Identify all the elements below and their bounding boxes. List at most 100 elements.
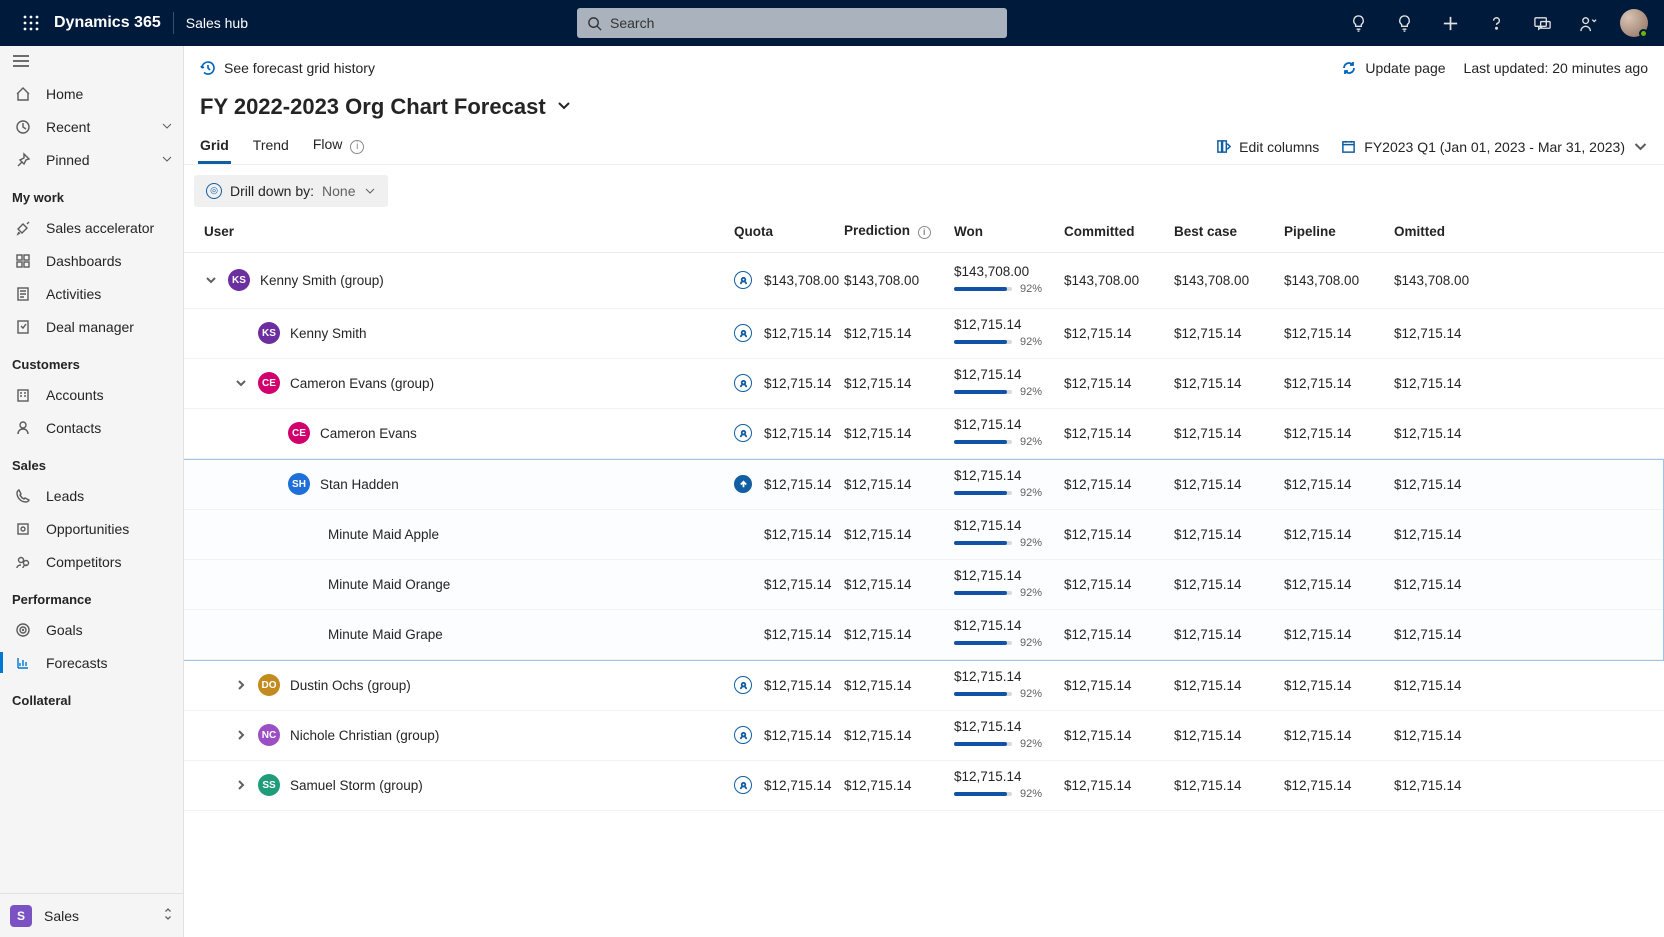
drill-down-selector[interactable]: ◎ Drill down by: None [194,175,388,207]
chat-icon[interactable] [1520,0,1564,46]
table-row[interactable]: CECameron Evans (group)$12,715.14$12,715… [184,359,1664,409]
col-bestcase[interactable]: Best case [1174,224,1284,239]
nav-pinned[interactable]: Pinned [0,143,183,176]
user-cell: Minute Maid Orange [204,577,734,592]
lightbulb-icon[interactable] [1336,0,1380,46]
adjust-icon[interactable] [734,726,752,744]
committed-value: $12,715.14 [1064,326,1174,341]
tab-flow[interactable]: Flow i [313,130,364,164]
nav-toggle[interactable] [0,46,183,75]
nav-home[interactable]: Home [0,77,183,110]
tab-grid[interactable]: Grid [200,131,229,163]
collapse-icon[interactable] [204,274,218,286]
won-cell: $12,715.1492% [954,512,1064,555]
refresh-icon [1341,60,1357,76]
col-pipeline[interactable]: Pipeline [1284,224,1394,239]
nav-forecasts[interactable]: Forecasts [0,646,183,679]
adjust-icon[interactable] [734,776,752,794]
collapse-icon[interactable] [234,377,248,389]
nav-header-mywork: My work [0,176,183,211]
nav-recent[interactable]: Recent [0,110,183,143]
row-name: Stan Hadden [320,477,399,492]
committed-value: $12,715.14 [1064,627,1174,642]
nav-leads[interactable]: Leads [0,479,183,512]
lightbulb2-icon[interactable] [1382,0,1426,46]
area-switcher[interactable]: S Sales [0,893,183,937]
shell: Home Recent Pinned My work Sales acceler… [0,46,1664,937]
nav-contacts[interactable]: Contacts [0,411,183,444]
col-quota[interactable]: Quota [734,224,844,239]
nav-recent-label: Recent [46,119,90,135]
building-icon [14,387,32,403]
nav-sales-accelerator[interactable]: Sales accelerator [0,211,183,244]
won-percent: 92% [1020,688,1042,701]
nav-opportunities[interactable]: Opportunities [0,512,183,545]
table-row[interactable]: Minute Maid Apple$12,715.14$12,715.14$12… [184,510,1663,560]
col-omitted[interactable]: Omitted [1394,224,1504,239]
quota-cell: $143,708.00 [734,271,844,289]
tab-trend[interactable]: Trend [253,131,289,163]
chevron-down-icon [161,119,173,135]
update-page[interactable]: Update page [1341,60,1445,76]
app-launcher[interactable] [8,0,54,46]
won-cell: $12,715.1492% [954,311,1064,354]
col-prediction[interactable]: Prediction i [844,223,954,239]
help-icon[interactable] [1474,0,1518,46]
period-selector[interactable]: FY2023 Q1 (Jan 01, 2023 - Mar 31, 2023) [1341,139,1648,155]
user-cell: SSSamuel Storm (group) [204,774,734,796]
title-dropdown[interactable] [556,98,572,117]
nav-accounts[interactable]: Accounts [0,378,183,411]
persona-avatar: KS [228,269,250,291]
adjust-icon[interactable] [734,374,752,392]
col-user[interactable]: User [204,224,734,239]
bestcase-value: $12,715.14 [1174,527,1284,542]
pipeline-value: $12,715.14 [1284,376,1394,391]
table-row[interactable]: Minute Maid Grape$12,715.14$12,715.14$12… [184,610,1663,660]
adjustment-indicator-icon[interactable] [734,475,752,493]
assistant-icon[interactable] [1566,0,1610,46]
app-name[interactable]: Dynamics 365 [54,14,165,32]
table-row[interactable]: KSKenny Smith$12,715.14$12,715.14$12,715… [184,309,1664,359]
expand-icon[interactable] [234,779,248,791]
adjust-icon[interactable] [734,676,752,694]
table-row[interactable]: SHStan Hadden$12,715.14$12,715.14$12,715… [184,460,1663,510]
adjust-icon[interactable] [734,271,752,289]
nav-activities[interactable]: Activities [0,277,183,310]
user-avatar[interactable] [1612,0,1656,46]
adjust-icon[interactable] [734,324,752,342]
quota-value: $12,715.14 [764,376,832,391]
activities-icon [14,286,32,302]
nav-accounts-label: Accounts [46,387,104,403]
app-area[interactable]: Sales hub [186,15,248,31]
col-committed[interactable]: Committed [1064,224,1174,239]
nav-dashboards[interactable]: Dashboards [0,244,183,277]
edit-columns-label: Edit columns [1239,139,1319,155]
drill-icon: ◎ [206,183,222,199]
table-row[interactable]: DODustin Ochs (group)$12,715.14$12,715.1… [184,661,1664,711]
nav-competitors[interactable]: Competitors [0,545,183,578]
won-amount: $12,715.14 [954,719,1064,735]
won-percent: 92% [1020,283,1042,296]
persona-avatar: NC [258,724,280,746]
nav-goals[interactable]: Goals [0,613,183,646]
table-row[interactable]: Minute Maid Orange$12,715.14$12,715.14$1… [184,560,1663,610]
quota-value: $143,708.00 [764,273,839,288]
edit-columns[interactable]: Edit columns [1216,139,1319,155]
quota-cell: $12,715.14 [734,776,844,794]
table-row[interactable]: KSKenny Smith (group)$143,708.00$143,708… [184,253,1664,309]
table-row[interactable]: SSSamuel Storm (group)$12,715.14$12,715.… [184,761,1664,811]
forecast-history-link[interactable]: See forecast grid history [200,60,375,76]
table-row[interactable]: NCNichole Christian (group)$12,715.14$12… [184,711,1664,761]
page-title-row: FY 2022-2023 Org Chart Forecast [184,90,1664,122]
add-icon[interactable] [1428,0,1472,46]
table-row[interactable]: CECameron Evans$12,715.14$12,715.14$12,7… [184,409,1664,459]
won-progress-bar [954,641,1012,645]
expand-icon[interactable] [234,679,248,691]
bestcase-value: $12,715.14 [1174,326,1284,341]
col-won[interactable]: Won [954,224,1064,239]
expand-icon[interactable] [234,729,248,741]
omitted-value: $12,715.14 [1394,577,1504,592]
adjust-icon[interactable] [734,424,752,442]
search-input[interactable]: Search [577,8,1007,38]
nav-deal-manager[interactable]: Deal manager [0,310,183,343]
